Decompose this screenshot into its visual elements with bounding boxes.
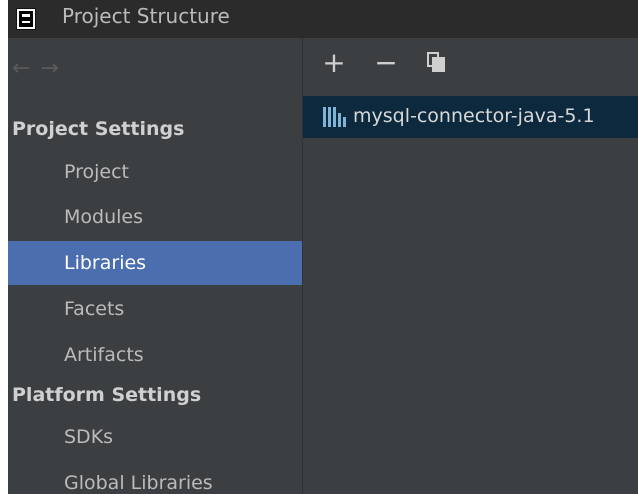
- sidebar-item-modules[interactable]: Modules: [8, 195, 302, 239]
- library-list-item[interactable]: mysql-connector-java-5.1: [303, 96, 638, 138]
- sidebar-item-global-libraries[interactable]: Global Libraries: [8, 461, 302, 494]
- sidebar-item-sdks[interactable]: SDKs: [8, 415, 302, 459]
- library-list: mysql-connector-java-5.1: [303, 92, 638, 494]
- library-icon: [323, 107, 347, 127]
- copy-icon[interactable]: [427, 52, 445, 72]
- sidebar-item-artifacts[interactable]: Artifacts: [8, 333, 302, 377]
- remove-icon[interactable]: −: [371, 48, 401, 78]
- app-logo-icon: [16, 8, 36, 30]
- project-settings-heading: Project Settings: [12, 118, 185, 140]
- forward-arrow-icon[interactable]: →: [40, 56, 68, 81]
- back-arrow-icon[interactable]: ←: [12, 56, 40, 81]
- sidebar-item-project[interactable]: Project: [8, 150, 302, 194]
- libraries-panel: + − mysql-connector-java-5.1: [303, 38, 638, 494]
- sidebar-item-libraries[interactable]: Libraries: [8, 241, 302, 285]
- title-bar: Project Structure: [8, 0, 638, 38]
- sidebar-item-facets[interactable]: Facets: [8, 287, 302, 331]
- project-structure-window: Project Structure ←→ Project Settings Pr…: [8, 0, 638, 494]
- libraries-toolbar: + −: [303, 38, 638, 92]
- window-title: Project Structure: [62, 4, 230, 28]
- platform-settings-heading: Platform Settings: [12, 384, 202, 406]
- add-icon[interactable]: +: [319, 48, 349, 78]
- settings-sidebar: ←→ Project Settings Project Modules Libr…: [8, 38, 303, 494]
- history-navigation: ←→: [12, 56, 69, 81]
- library-name: mysql-connector-java-5.1: [353, 105, 595, 127]
